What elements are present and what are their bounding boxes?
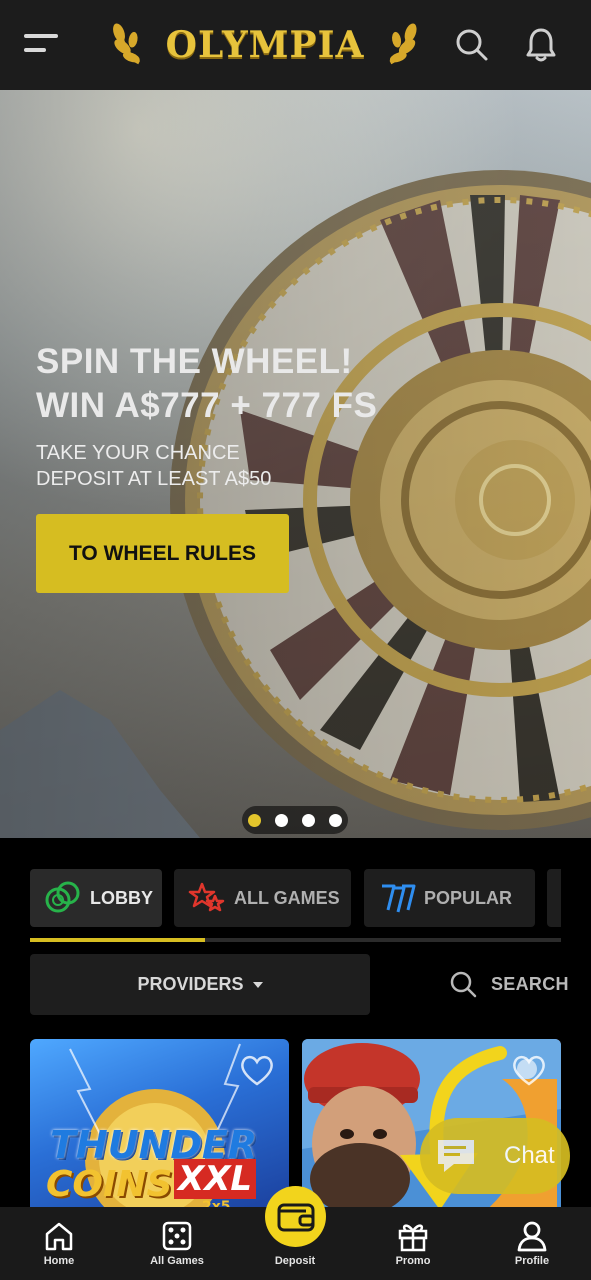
providers-label: PROVIDERS — [137, 974, 244, 994]
user-icon — [515, 1219, 549, 1253]
nav-profile[interactable]: Profile — [473, 1207, 591, 1280]
sevens-icon — [382, 884, 416, 913]
nav-deposit-label: Deposit — [274, 1255, 316, 1267]
chips-icon — [45, 881, 80, 913]
nav-all-games-label: All Games — [150, 1255, 204, 1267]
nav-promo[interactable]: Promo — [354, 1207, 472, 1280]
brand-logo[interactable]: OLYMPIA — [112, 12, 418, 78]
hero-sub-line2: DEPOSIT AT LEAST A$50 — [36, 468, 272, 490]
chat-label: Chat — [504, 1142, 555, 1169]
carousel-dot[interactable] — [248, 813, 261, 827]
brand-name: OLYMPIA — [165, 24, 365, 66]
nav-promo-label: Promo — [395, 1255, 431, 1267]
game-title-line2: COINS — [46, 1164, 173, 1205]
game-search-button[interactable]: SEARCH — [450, 966, 569, 1002]
carousel-dot[interactable] — [329, 813, 342, 827]
carousel-dot[interactable] — [302, 813, 315, 827]
laurel-right-icon — [389, 23, 417, 65]
dice-icon — [160, 1219, 194, 1253]
game-badge: XXL — [174, 1159, 257, 1199]
hero-sub-line1: TAKE YOUR CHANCE — [36, 442, 240, 464]
hero-title-line2: WIN A$777 + 777 FS — [36, 386, 378, 425]
menu-icon[interactable] — [24, 30, 62, 60]
search-icon — [450, 971, 477, 997]
tab-lobby[interactable]: LOBBY — [30, 869, 162, 927]
game-tile-thunder-coins[interactable]: THUNDER COINS XXL 2x5 — [30, 1039, 289, 1214]
search-label: SEARCH — [491, 973, 569, 994]
category-tabs: LOBBY ALL GAMES POPULAR — [30, 869, 561, 927]
chat-bubble-icon — [438, 1140, 474, 1172]
nav-all-games[interactable]: All Games — [118, 1207, 236, 1280]
tab-next[interactable] — [547, 869, 561, 927]
tabs-scrollbar-fill — [30, 938, 206, 942]
carousel-dot[interactable] — [275, 813, 288, 827]
wallet-icon — [277, 1203, 314, 1231]
providers-dropdown[interactable]: PROVIDERS — [30, 954, 370, 1015]
caret-down-icon — [252, 982, 263, 988]
tab-popular[interactable]: POPULAR — [364, 869, 535, 927]
wheel-rules-button[interactable]: TO WHEEL RULES — [36, 514, 289, 593]
nav-home[interactable]: Home — [0, 1207, 118, 1280]
hero-title: SPIN THE WHEEL! WIN A$777 + 777 FS — [36, 340, 476, 428]
search-icon[interactable] — [451, 24, 493, 66]
laurel-left-icon — [113, 23, 141, 65]
tabs-scrollbar[interactable] — [30, 938, 561, 942]
hero-subtitle: TAKE YOUR CHANCE DEPOSIT AT LEAST A$50 — [36, 440, 271, 492]
deposit-button[interactable] — [265, 1186, 326, 1247]
carousel-dots — [242, 806, 348, 834]
bell-icon[interactable] — [520, 24, 562, 66]
tab-all-games-label: ALL GAMES — [234, 887, 340, 908]
heart-icon[interactable] — [239, 1053, 275, 1087]
stars-icon — [188, 882, 225, 912]
hero-title-line1: SPIN THE WHEEL! — [36, 342, 353, 381]
gift-icon — [396, 1219, 430, 1253]
hero-banner[interactable]: SPIN THE WHEEL! WIN A$777 + 777 FS TAKE … — [0, 90, 591, 838]
top-header: OLYMPIA — [0, 0, 591, 90]
chat-button[interactable]: Chat — [420, 1118, 570, 1194]
home-icon — [42, 1219, 76, 1253]
tab-popular-label: POPULAR — [424, 887, 513, 908]
tab-all-games[interactable]: ALL GAMES — [174, 869, 351, 927]
nav-profile-label: Profile — [514, 1255, 550, 1267]
tab-lobby-label: LOBBY — [90, 887, 153, 908]
nav-home-label: Home — [43, 1255, 75, 1267]
